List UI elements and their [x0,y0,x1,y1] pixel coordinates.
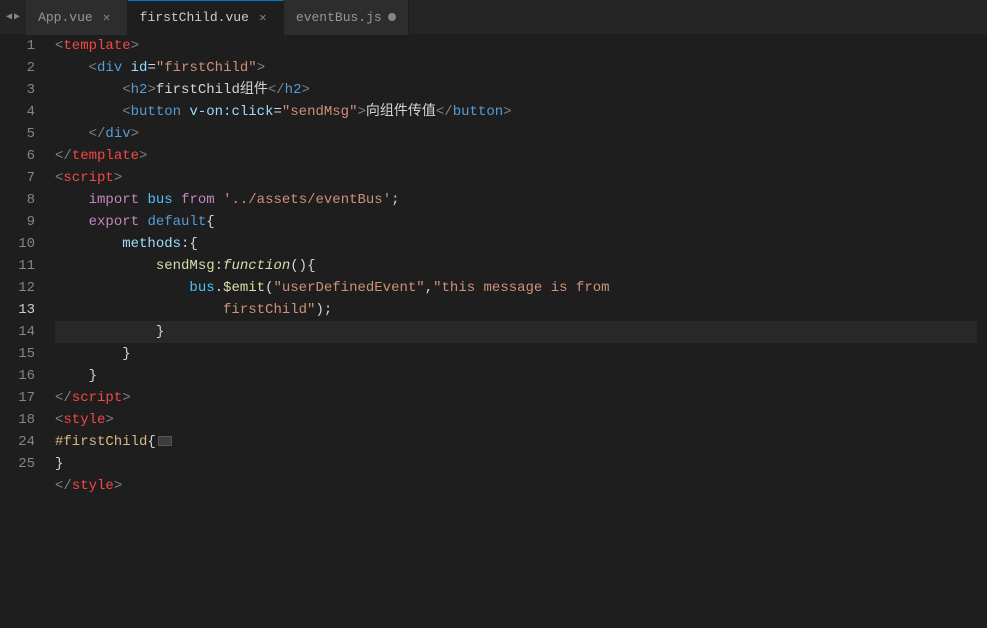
line-num-12: 12 [10,277,35,299]
code-line-11: sendMsg:function(){ [55,255,977,277]
line-num-13: 13 [10,299,35,321]
line-num-9: 9 [10,211,35,233]
tab-event-bus-js[interactable]: eventBus.js [284,0,409,35]
line-num-5: 5 [10,123,35,145]
code-line-12: bus.$emit("userDefinedEvent","this messa… [55,277,977,299]
code-line-9: export default{ [55,211,977,233]
code-line-15: } [55,365,977,387]
line-numbers: 1 2 3 4 5 6 7 8 9 10 11 12 13 14 15 16 1… [0,35,45,628]
line-num-14: 14 [10,321,35,343]
arrow-left-icon[interactable]: ◀ [6,11,12,23]
line-num-8: 8 [10,189,35,211]
line-num-3: 3 [10,79,35,101]
code-line-10: methods:{ [55,233,977,255]
tab-app-vue-close[interactable]: ✕ [99,9,115,25]
line-num-11: 11 [10,255,35,277]
line-num-10: 10 [10,233,35,255]
code-line-2: <div id="firstChild"> [55,57,977,79]
line-num-18: 18 [10,409,35,431]
code-line-24: } [55,453,977,475]
code-line-7: <script> [55,167,977,189]
line-num-16: 16 [10,365,35,387]
line-num-1: 1 [10,35,35,57]
tab-app-vue-label: App.vue [38,10,93,25]
line-num-2: 2 [10,57,35,79]
line-num-4: 4 [10,101,35,123]
code-line-5: </div> [55,123,977,145]
line-num-7: 7 [10,167,35,189]
tab-app-vue[interactable]: App.vue ✕ [26,0,128,35]
arrow-right-icon[interactable]: ▶ [14,11,20,23]
line-num-17: 17 [10,387,35,409]
code-line-25: </style> [55,475,977,497]
tab-nav-arrows[interactable]: ◀ ▶ [0,11,26,23]
tab-event-bus-js-dot [388,13,396,21]
line-num-6: 6 [10,145,35,167]
tab-bar: ◀ ▶ App.vue ✕ firstChild.vue ✕ eventBus.… [0,0,987,35]
line-num-24: 24 [10,431,35,453]
code-line-12b: firstChild"); [55,299,977,321]
code-line-8: import bus from '../assets/eventBus'; [55,189,977,211]
code-line-14: } [55,343,977,365]
code-line-16: </script> [55,387,977,409]
code-line-18: #firstChild{ [55,431,977,453]
code-area[interactable]: <template> <div id="firstChild"> <h2>fir… [45,35,987,628]
tab-first-child-vue-label: firstChild.vue [140,10,249,25]
code-line-17: <style> [55,409,977,431]
code-line-6: </template> [55,145,977,167]
code-line-3: <h2>firstChild组件</h2> [55,79,977,101]
code-line-4: <button v-on:click="sendMsg">向组件传值</butt… [55,101,977,123]
code-line-13: } [55,321,977,343]
tab-first-child-vue[interactable]: firstChild.vue ✕ [128,0,284,35]
tab-event-bus-js-label: eventBus.js [296,10,382,25]
tab-first-child-vue-close[interactable]: ✕ [255,10,271,26]
code-line-1: <template> [55,35,977,57]
line-num-15: 15 [10,343,35,365]
editor-container: 1 2 3 4 5 6 7 8 9 10 11 12 13 14 15 16 1… [0,35,987,628]
line-num-25: 25 [10,453,35,475]
